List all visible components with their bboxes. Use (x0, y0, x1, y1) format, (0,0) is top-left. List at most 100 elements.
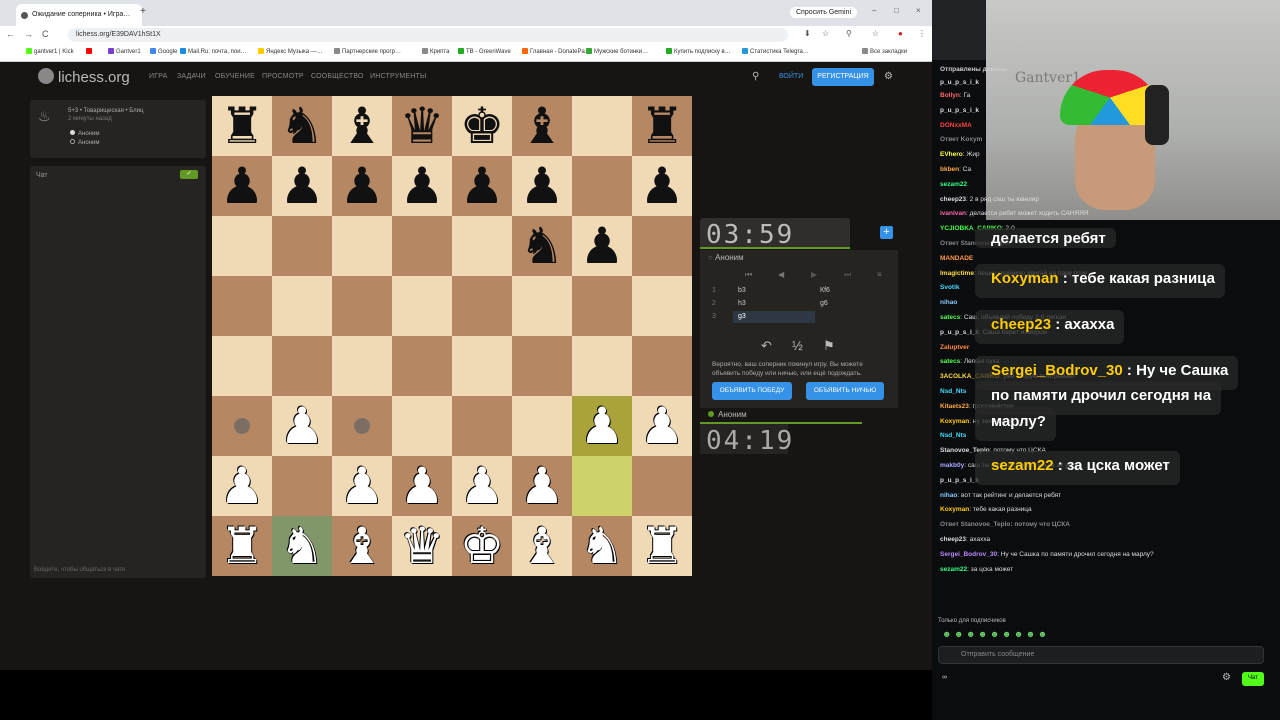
board-square[interactable]: ♜ (632, 96, 692, 156)
bookmark-item[interactable]: Все закладки (862, 48, 907, 55)
board-square[interactable]: ♟ (452, 456, 512, 516)
white-piece[interactable]: ♟ (640, 401, 685, 451)
black-piece[interactable]: ♟ (520, 161, 565, 211)
settings-gear-icon[interactable]: ⚙ (884, 71, 893, 82)
search-icon[interactable]: ⚲ (752, 71, 759, 82)
new-tab-button[interactable]: + (140, 6, 146, 17)
chat-username[interactable]: p_u_p_s_i_k (940, 107, 979, 114)
white-piece[interactable]: ♞ (580, 521, 625, 571)
takeback-icon[interactable]: ↶ (761, 338, 772, 354)
bookmark-item[interactable]: Яндекс Музыка —… (258, 48, 323, 55)
chat-username[interactable]: Ответ Stanovoe_Teplo: потому что ЦСКА (940, 521, 1070, 528)
chat-username[interactable]: cheep23 (940, 196, 966, 203)
black-piece[interactable]: ♟ (460, 161, 505, 211)
bookmark-item[interactable]: Мужские ботинки… (586, 48, 648, 55)
board-square[interactable]: ♛ (392, 516, 452, 576)
white-piece[interactable]: ♜ (220, 521, 265, 571)
chat-username[interactable]: EVhero (940, 151, 963, 158)
chat-username[interactable]: MANDADE (940, 255, 973, 262)
add-time-button[interactable]: + (880, 226, 893, 239)
board-square[interactable] (272, 216, 332, 276)
chat-username[interactable]: satecs (940, 358, 960, 365)
board-square[interactable] (212, 336, 272, 396)
chat-username[interactable]: Koxyman (940, 506, 969, 513)
player-white[interactable]: Аноним (70, 130, 99, 137)
resign-flag-icon[interactable]: ⚑ (823, 338, 835, 354)
minimize-button[interactable]: – (872, 6, 876, 15)
bookmark-item[interactable]: Google (150, 48, 177, 55)
black-piece[interactable]: ♟ (220, 161, 265, 211)
board-square[interactable]: ♟ (632, 396, 692, 456)
move-hint-dot[interactable] (234, 418, 250, 434)
white-piece[interactable]: ♟ (340, 461, 385, 511)
board-square[interactable]: ♞ (272, 516, 332, 576)
profile-avatar-icon[interactable]: ● (898, 29, 903, 38)
board-square[interactable] (512, 396, 572, 456)
board-square[interactable] (332, 396, 392, 456)
black-piece[interactable]: ♝ (340, 101, 385, 151)
back-button[interactable]: ← (6, 29, 15, 39)
black-piece[interactable]: ♞ (280, 101, 325, 151)
claim-draw-button[interactable]: ОБЪЯВИТЬ НИЧЬЮ (806, 382, 884, 400)
chat-username[interactable]: bkben (940, 166, 959, 173)
black-piece[interactable]: ♜ (220, 101, 265, 151)
menu-community[interactable]: СООБЩЕСТВО (311, 73, 364, 80)
board-square[interactable]: ♚ (452, 96, 512, 156)
menu-watch[interactable]: ПРОСМОТР (262, 73, 304, 80)
chat-username[interactable]: satecs (940, 314, 960, 321)
board-square[interactable] (452, 336, 512, 396)
chat-username[interactable]: sezam22 (940, 566, 967, 573)
first-move-icon[interactable]: ⏮ (745, 270, 752, 280)
chat-username[interactable]: Koxyman (940, 418, 969, 425)
player-black[interactable]: Аноним (70, 139, 99, 146)
board-square[interactable] (632, 216, 692, 276)
chat-username[interactable]: makb0y (940, 462, 964, 469)
chess-board[interactable]: ♜ ♞ ♝ ♛ ♚ ♝ ♜ ♟ ♟ ♟ ♟ ♟ ♟ ♟ ♞ ♟ ♟ ♟ ♟ ♟ ♟ ♟ ♟ ♟ ♜ ♞ ♝ ♛ ♚ ♝ ♞ ♜ (212, 96, 692, 576)
player-name[interactable]: Аноним (700, 408, 898, 422)
chat-settings-icon[interactable]: ⚙ (1222, 672, 1231, 683)
chat-username[interactable]: Nsd_Nts (940, 388, 966, 395)
board-square[interactable]: ♟ (632, 156, 692, 216)
board-square[interactable]: ♞ (272, 96, 332, 156)
board-square[interactable] (632, 276, 692, 336)
maximize-button[interactable]: □ (894, 6, 899, 15)
board-square[interactable] (452, 276, 512, 336)
black-piece[interactable]: ♚ (460, 101, 505, 151)
move-black[interactable]: g6 (820, 300, 828, 307)
chat-username[interactable]: Zaluptver (940, 344, 969, 351)
board-square[interactable] (272, 456, 332, 516)
login-link[interactable]: ВОЙТИ (779, 73, 803, 80)
board-square[interactable]: ♜ (632, 516, 692, 576)
board-square[interactable] (212, 276, 272, 336)
chat-username[interactable]: Sergei_Bodrov_30 (940, 551, 997, 558)
opponent-name[interactable]: ○ Аноним (700, 250, 898, 266)
black-piece[interactable]: ♛ (400, 101, 445, 151)
board-square[interactable]: ♟ (272, 396, 332, 456)
board-square[interactable]: ♚ (452, 516, 512, 576)
extensions-icon[interactable]: ⚲ (846, 29, 852, 38)
board-square[interactable]: ♟ (272, 156, 332, 216)
board-square[interactable]: ♝ (512, 96, 572, 156)
gemini-button[interactable]: Спросить Gemini (790, 7, 858, 18)
board-square[interactable] (572, 276, 632, 336)
board-square[interactable]: ♟ (212, 456, 272, 516)
board-square[interactable] (332, 276, 392, 336)
move-white[interactable]: b3 (738, 287, 746, 294)
board-square[interactable]: ♟ (452, 156, 512, 216)
board-square[interactable]: ♝ (332, 96, 392, 156)
board-square[interactable] (392, 276, 452, 336)
bookmark-item[interactable]: TB - GreenWave (458, 48, 511, 55)
board-square[interactable] (512, 336, 572, 396)
chat-username[interactable]: nihao (940, 299, 957, 306)
claim-victory-button[interactable]: ОБЪЯВИТЬ ПОБЕДУ (712, 382, 792, 400)
move-black[interactable]: Кf6 (820, 287, 830, 294)
board-square[interactable] (212, 216, 272, 276)
board-square[interactable] (572, 336, 632, 396)
board-square[interactable] (452, 216, 512, 276)
browser-menu-icon[interactable]: ⋮ (918, 29, 926, 38)
bookmark-star-icon[interactable]: ☆ (822, 29, 829, 38)
chat-username[interactable]: p_u_p_s_i_k (940, 477, 979, 484)
prev-move-icon[interactable]: ◀ (778, 270, 784, 279)
chat-username[interactable]: Kitaets23 (940, 403, 969, 410)
black-piece[interactable]: ♟ (640, 161, 685, 211)
